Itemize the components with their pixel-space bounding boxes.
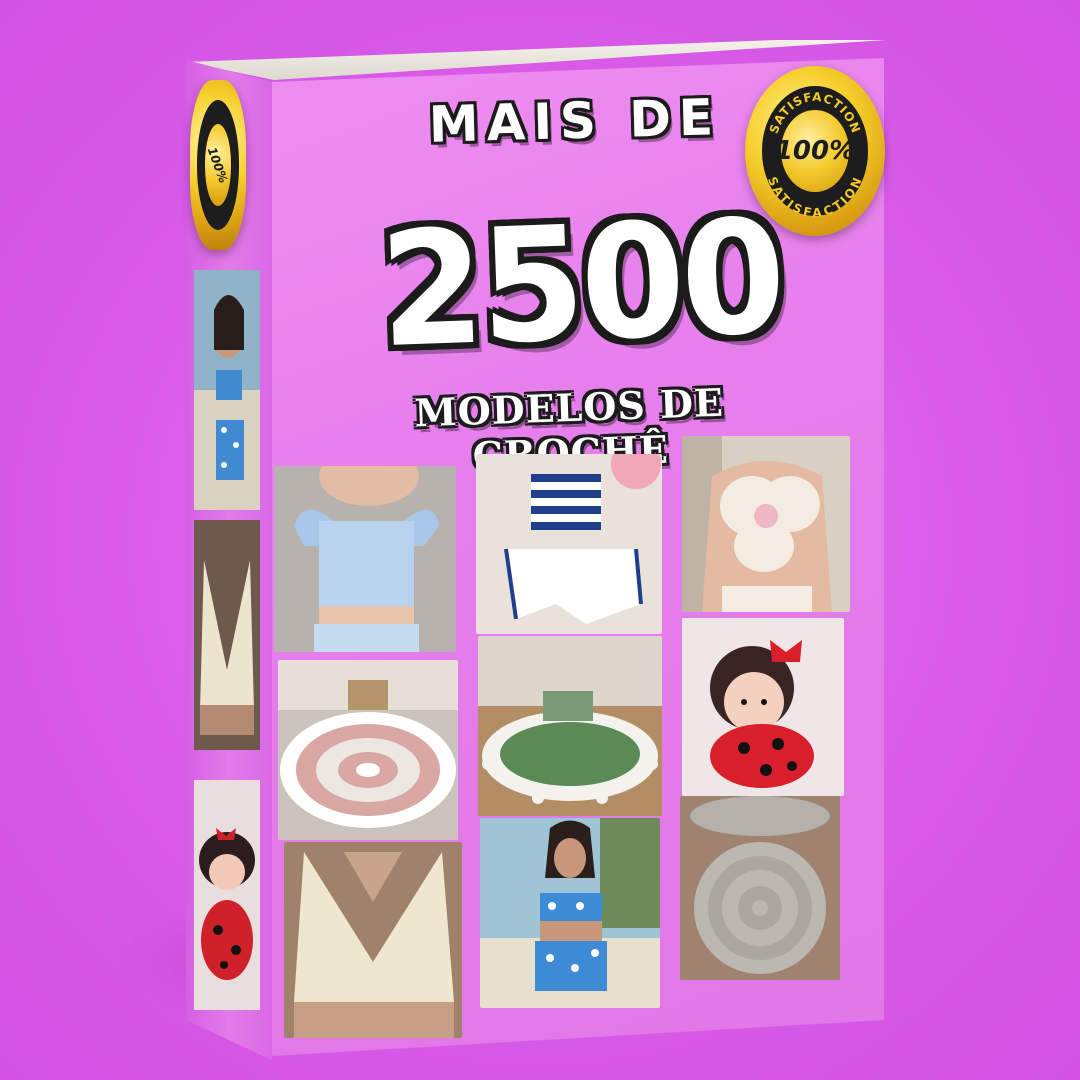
grey-round-doily-photo: [680, 796, 840, 980]
spine-photo-ladybug: [194, 780, 260, 1010]
cover-title-number: 2500: [376, 186, 785, 383]
spine-satisfaction-badge: 100%: [190, 80, 246, 250]
round-green-rug-photo: [478, 636, 662, 816]
striped-halter-and-shorts-photo: [476, 454, 662, 634]
spine-photo-cream-top: [194, 520, 260, 750]
blue-daisy-bikini-set-photo: [480, 818, 660, 1008]
spine-badge-center: 100%: [204, 124, 232, 206]
cover-title-mais-de: MAIS DE: [428, 88, 722, 154]
round-pink-rug-photo: [278, 660, 458, 840]
badge-center: 100%: [775, 110, 855, 192]
spine-badge-percent-text: 100%: [205, 145, 231, 185]
cream-v-neck-crop-top-photo: [284, 842, 462, 1038]
flower-halter-top-photo: [682, 436, 850, 612]
blue-ruffle-crop-top-photo: [274, 466, 456, 652]
book-mockup: 100% MAIS DE 2500 MODELOS DE CROCHÊ SATI…: [0, 0, 1080, 1080]
ladybug-amigurumi-doll-photo: [682, 618, 844, 796]
spine-photo-bikini: [194, 270, 260, 510]
badge-percent-text: 100%: [774, 135, 856, 166]
satisfaction-badge: SATISFACTION SATISFACTION 100%: [745, 66, 885, 236]
